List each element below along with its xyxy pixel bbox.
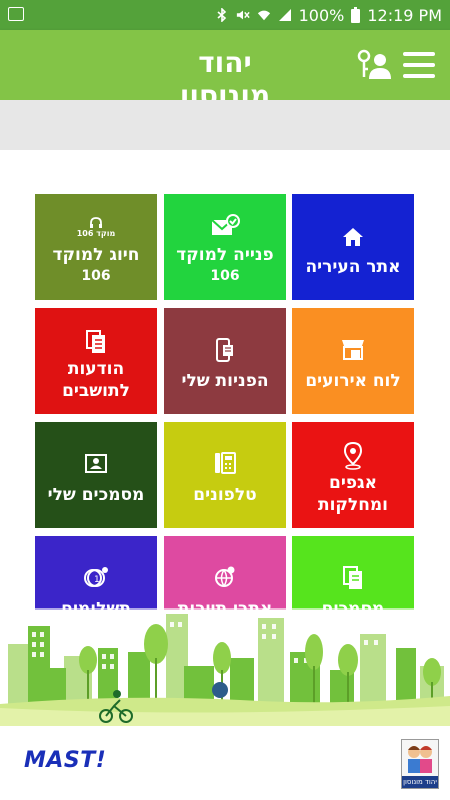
tile-tourism-sites[interactable]: אתרי תיירות [164, 536, 286, 610]
coins-icon: 1 [35, 566, 157, 592]
city-logo[interactable]: יהוד מונוסון [401, 739, 439, 789]
documents-icon [292, 566, 414, 592]
services-grid: אתר העיריה פנייה למוקד 106 מוקד 106 חיוג… [0, 150, 450, 610]
clock: 12:19 PM [367, 5, 442, 25]
battery-percent: 100% [298, 5, 345, 25]
headset-icon: מוקד 106 [35, 212, 157, 242]
mast-brand-link[interactable]: MAST! [24, 748, 106, 773]
tile-my-requests[interactable]: הפניות שלי [164, 308, 286, 414]
tile-label: טלפונים [193, 485, 257, 505]
tile-phones[interactable]: טלפונים [164, 422, 286, 528]
tile-sublabel: 106 [210, 268, 240, 284]
family-logo-icon [408, 746, 432, 773]
tile-label: פנייה למוקד [176, 245, 274, 265]
mute-icon [236, 10, 250, 20]
tile-events-board[interactable]: לוח אירועים [292, 308, 414, 414]
home-icon [292, 226, 414, 252]
logo-caption: יהוד מונוסון [402, 776, 438, 788]
mail-check-icon [164, 214, 286, 240]
wifi-icon [257, 10, 270, 21]
tile-label: מסמכים שלי [47, 485, 145, 505]
tile-label: חיוג למוקד [52, 245, 140, 265]
tile-call-center[interactable]: מוקד 106 חיוג למוקד 106 [35, 194, 157, 300]
tile-label: הודעות לתושבים [62, 359, 130, 401]
tile-resident-messages[interactable]: הודעות לתושבים [35, 308, 157, 414]
tile-label: לוח אירועים [305, 371, 401, 391]
tile-payments[interactable]: 1 תשלומים [35, 536, 157, 610]
phone-document-icon [164, 338, 286, 364]
bluetooth-icon [217, 8, 226, 22]
svg-text:1: 1 [94, 575, 100, 585]
store-calendar-icon [292, 338, 414, 364]
globe-icon [164, 566, 286, 592]
tile-departments[interactable]: אגפים ומחלקות [292, 422, 414, 528]
tile-contact-center[interactable]: פנייה למוקד 106 [164, 194, 286, 300]
hamburger-menu-icon[interactable] [403, 52, 435, 78]
documents-icon [35, 330, 157, 356]
tile-badge: מוקד 106 [76, 228, 116, 238]
phone-book-icon [164, 452, 286, 478]
tile-sublabel: 106 [81, 268, 111, 284]
status-bar: 100% 12:19 PM [0, 0, 450, 30]
banner-area [0, 100, 450, 150]
tile-label: אגפים ומחלקות [317, 473, 389, 515]
tile-label: אתר העיריה [305, 257, 401, 277]
app-bar: יהוד מונוסון [0, 30, 450, 112]
id-card-icon [35, 452, 157, 478]
user-settings-icon[interactable] [356, 49, 392, 81]
footer: MAST! יהוד מונוסון [0, 726, 450, 800]
tile-my-documents[interactable]: מסמכים שלי [35, 422, 157, 528]
gallery-notification-icon [8, 7, 24, 21]
signal-icon [278, 9, 291, 21]
battery-icon [351, 7, 361, 23]
tile-label: הפניות שלי [181, 371, 269, 391]
map-pin-icon [292, 442, 414, 470]
tile-city-website[interactable]: אתר העיריה [292, 194, 414, 300]
tile-online-documents[interactable]: מסמכים מקוונים [292, 536, 414, 610]
city-skyline-illustration [0, 608, 450, 726]
